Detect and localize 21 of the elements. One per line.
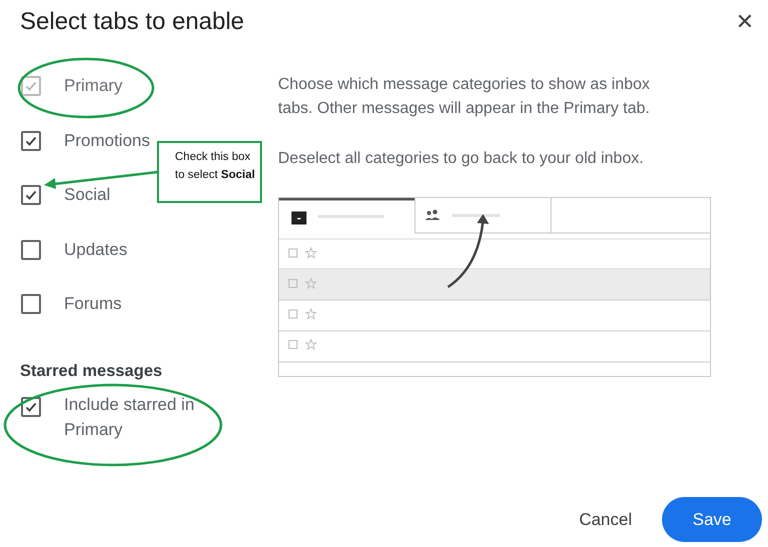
checkbox[interactable] <box>21 294 41 314</box>
dialog-title: Select tabs to enable <box>20 8 244 36</box>
checkbox-label: Include starred in Primary <box>64 394 196 440</box>
checkbox-label: Promotions <box>64 130 150 151</box>
checkbox[interactable] <box>21 396 41 416</box>
section-heading: Starred messages <box>20 362 164 380</box>
save-button[interactable]: Save <box>662 497 762 542</box>
checkbox-label: Primary <box>64 76 123 96</box>
check-icon <box>24 79 38 94</box>
checkbox-label: Updates <box>64 240 128 260</box>
description-text: Deselect all categories to go back to your old inbox. <box>278 149 645 169</box>
close-button[interactable]: ✕ <box>730 10 760 34</box>
description-text: Choose which message categories to show as inbox tabs. Other messages will appear in the Primary tab. <box>278 75 651 119</box>
checkbox-label: Forums <box>64 294 122 314</box>
check-icon <box>24 188 38 202</box>
checkbox[interactable] <box>21 185 41 206</box>
checkbox[interactable] <box>21 240 41 260</box>
cancel-button[interactable]: Cancel <box>565 500 646 540</box>
checkbox-label: Social <box>64 185 110 206</box>
callout-text: Check this box to select Social <box>175 150 255 183</box>
checkbox[interactable] <box>21 130 41 151</box>
